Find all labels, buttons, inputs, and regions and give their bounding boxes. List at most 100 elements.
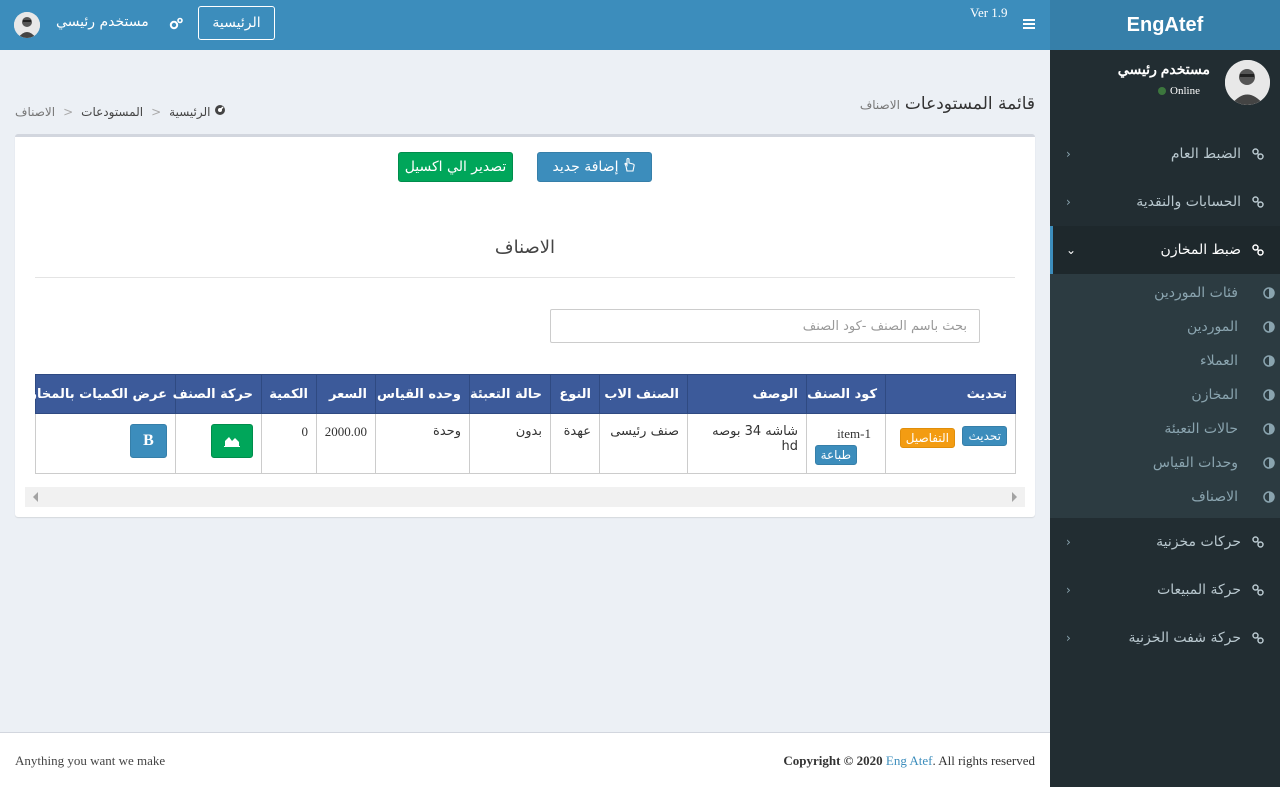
online-dot-icon xyxy=(1158,87,1167,95)
scroll-right-arrow-icon[interactable] xyxy=(1012,492,1017,502)
item-movement-button[interactable] xyxy=(211,424,253,458)
sidebar-item-label: الحسابات والنقدية xyxy=(1136,194,1241,210)
col-header-movement: حركة الصنف xyxy=(173,374,262,414)
sidebar-subitem-suppliers[interactable]: الموردين xyxy=(1050,310,1280,344)
chevron-down-icon: ⌄ xyxy=(1066,243,1077,257)
sidebar-item-label: ضبط المخازن xyxy=(1160,242,1241,258)
version-label: Ver 1.9 xyxy=(970,5,1008,20)
copyright-label: Copyright © 2020 xyxy=(783,753,883,768)
status-badge: Online xyxy=(1158,85,1200,97)
breadcrumb-current: الاصناف xyxy=(15,104,56,119)
cell-code: item-1 طباعة xyxy=(806,413,886,474)
link-icon xyxy=(1252,244,1264,256)
subitem-label: الموردين xyxy=(1186,319,1238,335)
sidebar-subitem-supplier-categories[interactable]: فئات الموردين xyxy=(1050,276,1280,310)
sidebar-item-label: حركة شفت الخزنية xyxy=(1128,630,1241,646)
link-icon xyxy=(1252,536,1264,548)
cell-type: عهدة xyxy=(550,413,600,474)
sidebar-item-treasury-shift[interactable]: › حركة شفت الخزنية xyxy=(1050,614,1280,662)
page-title-text: قائمة المستودعات xyxy=(904,94,1035,114)
half-circle-icon xyxy=(1263,389,1275,401)
subitem-label: وحدات القياس xyxy=(1152,455,1238,471)
gears-icon[interactable] xyxy=(168,16,184,32)
cell-movement xyxy=(175,413,262,474)
store-quantities-button[interactable]: B xyxy=(130,424,167,458)
export-excel-button[interactable]: تصدير الي اكسيل xyxy=(398,152,513,182)
sidebar-subitem-units[interactable]: وحدات القياس xyxy=(1050,446,1280,480)
footer-copyright: Copyright © 2020 Eng Atef. All rights re… xyxy=(783,753,1035,769)
breadcrumb-warehouses[interactable]: المستودعات xyxy=(81,105,143,119)
breadcrumb-home[interactable]: الرئيسية xyxy=(169,104,226,119)
sidebar-subitem-packing-states[interactable]: حالات التعبئة xyxy=(1050,412,1280,446)
sidebar-item-accounts[interactable]: › الحسابات والنقدية xyxy=(1050,178,1280,226)
sidebar-item-label: حركة المبيعات xyxy=(1157,582,1241,598)
sidebar-subitem-items[interactable]: الاصناف xyxy=(1050,480,1280,514)
sidebar-item-stock-movements[interactable]: › حركات مخزنية xyxy=(1050,518,1280,566)
sidebar-item-warehouses[interactable]: ⌄ ضبط المخازن xyxy=(1050,226,1280,274)
footer-tagline: Anything you want we make xyxy=(15,753,166,768)
breadcrumb-separator: > xyxy=(63,104,74,119)
details-button[interactable]: التفاصيل xyxy=(899,428,955,448)
half-circle-icon xyxy=(1263,457,1275,469)
print-button[interactable]: طباعة xyxy=(814,445,857,465)
user-avatar[interactable] xyxy=(14,12,40,38)
chevron-left-icon: › xyxy=(1066,631,1071,645)
cell-unit: وحدة xyxy=(375,413,470,474)
chevron-left-icon: › xyxy=(1066,195,1071,209)
logo[interactable]: EngAtef xyxy=(1050,0,1280,50)
sidebar-item-general-settings[interactable]: › الضبط العام xyxy=(1050,130,1280,178)
dashboard-icon xyxy=(214,104,226,119)
col-header-unit: وحده القياس xyxy=(375,374,470,414)
navbar-user-name[interactable]: مستخدم رئيسي xyxy=(56,14,149,30)
cell-packing: بدون xyxy=(469,413,551,474)
sidebar-item-sales[interactable]: › حركة المبيعات xyxy=(1050,566,1280,614)
divider xyxy=(35,277,1015,278)
half-circle-icon xyxy=(1263,423,1275,435)
cell-qty: 0 xyxy=(261,413,317,474)
subitem-label: حالات التعبئة xyxy=(1164,421,1238,437)
breadcrumb: الاصناف > المستودعات > الرئيسية xyxy=(15,104,226,119)
status-text: Online xyxy=(1170,85,1200,97)
half-circle-icon xyxy=(1263,355,1275,367)
home-button[interactable]: الرئيسية xyxy=(198,6,275,40)
horizontal-scrollbar[interactable] xyxy=(25,487,1025,507)
col-header-qty: الكمية xyxy=(261,374,317,414)
col-header-price: السعر xyxy=(316,374,376,414)
add-new-button[interactable]: إضافة جديد xyxy=(537,152,652,182)
half-circle-icon xyxy=(1263,287,1275,299)
sidebar-item-label: حركات مخزنية xyxy=(1156,534,1241,550)
subitem-label: الاصناف xyxy=(1191,489,1238,505)
col-header-description: الوصف xyxy=(687,374,807,414)
subitem-label: فئات الموردين xyxy=(1154,285,1238,301)
hamburger-icon[interactable] xyxy=(1023,15,1035,29)
add-new-label: إضافة جديد xyxy=(552,159,619,175)
col-header-update: تحديث xyxy=(885,374,1016,414)
subitem-label: العملاء xyxy=(1200,353,1238,369)
rights-text: . All rights reserved xyxy=(932,753,1035,768)
warehouses-submenu: فئات الموردين الموردين العملاء المخازن ح… xyxy=(1050,274,1280,518)
sidebar-subitem-customers[interactable]: العملاء xyxy=(1050,344,1280,378)
scroll-left-arrow-icon[interactable] xyxy=(33,492,38,502)
col-header-code: كود الصنف xyxy=(806,374,886,414)
update-button[interactable]: تحديث xyxy=(962,426,1007,446)
cell-store-qty: B xyxy=(35,413,176,474)
breadcrumb-home-label: الرئيسية xyxy=(169,104,211,119)
half-circle-icon xyxy=(1263,491,1275,503)
sidebar-user-name: مستخدم رئيسي xyxy=(1117,61,1210,77)
area-chart-icon xyxy=(224,437,240,447)
search-input[interactable] xyxy=(550,309,980,343)
user-panel: مستخدم رئيسي Online xyxy=(1050,50,1280,130)
company-link[interactable]: Eng Atef xyxy=(886,753,933,768)
col-header-parent: الصنف الاب xyxy=(599,374,688,414)
cell-description: شاشه 34 بوصه hd xyxy=(687,413,807,474)
page-subtitle: الاصناف xyxy=(859,98,900,112)
items-box: تصدير الي اكسيل إضافة جديد الاصناف تحديث… xyxy=(15,134,1035,517)
table-header-row: تحديث كود الصنف الوصف الصنف الاب النوع ح… xyxy=(18,374,1016,414)
footer: Anything you want we make Copyright © 20… xyxy=(0,732,1050,787)
subitem-label: المخازن xyxy=(1191,387,1238,403)
cell-parent: صنف رئيسى xyxy=(599,413,688,474)
item-code: item-1 xyxy=(837,426,871,441)
sidebar-subitem-stores[interactable]: المخازن xyxy=(1050,378,1280,412)
link-icon xyxy=(1252,584,1264,596)
box-title: الاصناف xyxy=(494,237,556,258)
